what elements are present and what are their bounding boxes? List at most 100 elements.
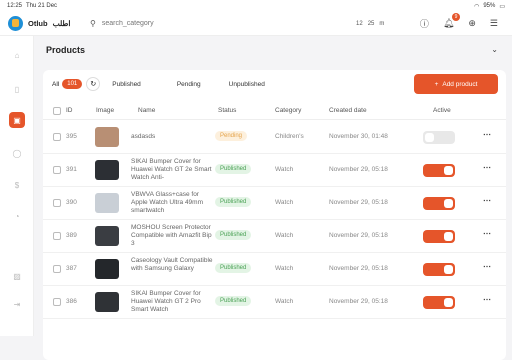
row-created-date: November 29, 05:18 <box>329 166 388 173</box>
row-category: Children's <box>275 133 304 140</box>
wifi-icon: ◠ <box>474 3 480 10</box>
row-created-date: November 29, 05:18 <box>329 199 388 206</box>
status-badge: Published <box>215 197 252 207</box>
more-options-icon[interactable]: ⋯ <box>483 196 491 205</box>
clock-display: 12 25 m <box>356 21 384 27</box>
row-id: 391 <box>66 166 77 173</box>
row-id: 387 <box>66 265 77 272</box>
dollar-icon[interactable]: $ <box>9 177 25 193</box>
row-id: 395 <box>66 133 77 140</box>
row-id: 389 <box>66 232 77 239</box>
status-badge: Published <box>215 296 252 306</box>
row-checkbox[interactable] <box>53 166 61 174</box>
row-category: Watch <box>275 166 294 173</box>
more-options-icon[interactable]: ⋯ <box>483 163 491 172</box>
product-name: MOSHOU Screen Protector Compatible with … <box>131 224 212 247</box>
row-checkbox[interactable] <box>53 199 61 207</box>
main-content: Products ⌄ All 101 ↻ Published Pending U… <box>34 36 512 360</box>
active-toggle[interactable] <box>423 230 455 243</box>
clock-period: m <box>379 20 385 27</box>
menu-icon[interactable]: ☰ <box>490 18 498 29</box>
table-row[interactable]: 387 Caseology Vault Compatible with Samsu… <box>43 253 506 286</box>
tab-all[interactable]: All 101 <box>43 70 83 98</box>
status-tabs: All 101 ↻ Published Pending Unpublished … <box>43 70 506 98</box>
add-product-label: Add product <box>442 80 478 88</box>
table-row[interactable]: 386 SIKAI Bumper Cover for Huawei Watch G… <box>43 286 506 319</box>
header-created-date: Created date <box>329 107 367 114</box>
status-badge: Published <box>215 164 252 174</box>
table-row[interactable]: 395 asdasds Pending Children's November 30, … <box>43 121 506 154</box>
product-name: SIKAI Bumper Cover for Huawei Watch GT 2… <box>131 290 201 313</box>
search-input[interactable] <box>101 20 302 27</box>
clock-minutes: 25 <box>367 20 375 27</box>
table-row[interactable]: 391 SIKAI Bumper Cover for Huawei Watch G… <box>43 154 506 187</box>
header-name: Name <box>138 107 156 114</box>
product-name: SIKAI Bumper Cover for Huawei Watch GT 2… <box>131 158 212 181</box>
logo-icon <box>8 16 23 31</box>
chat-icon[interactable]: ◯ <box>9 145 25 161</box>
products-card: All 101 ↻ Published Pending Unpublished … <box>43 70 506 360</box>
active-toggle[interactable] <box>423 164 455 177</box>
search-bar: ⚲ <box>90 19 340 28</box>
table-row[interactable]: 389 MOSHOU Screen Protector Compatible wi… <box>43 220 506 253</box>
logout-icon[interactable]: ⇥ <box>9 296 25 312</box>
row-category: Watch <box>275 199 294 206</box>
status-date: Thu 21 Dec <box>26 3 58 9</box>
shopping-bag-icon[interactable]: ▯ <box>9 81 25 97</box>
more-options-icon[interactable]: ⋯ <box>483 262 491 271</box>
header-id: ID <box>66 107 73 114</box>
header-image: Image <box>96 107 115 114</box>
product-name: VBWVA Glass+case for Apple Watch Ultra 4… <box>131 191 204 214</box>
product-thumbnail <box>95 193 119 213</box>
sidebar: ⌂ ▯ ▣ ◯ $ ◔ ▨ ⇥ <box>0 36 34 336</box>
chevron-down-icon[interactable]: ⌄ <box>491 45 498 54</box>
active-toggle[interactable] <box>423 131 455 144</box>
active-toggle[interactable] <box>423 296 455 309</box>
add-product-button[interactable]: + Add product <box>414 74 498 94</box>
refresh-icon[interactable]: ↻ <box>86 77 101 91</box>
products-box-icon[interactable]: ▣ <box>9 112 25 128</box>
notification-bell-icon[interactable]: 🔔︎ 9 <box>443 13 461 29</box>
product-thumbnail <box>95 292 119 312</box>
more-options-icon[interactable]: ⋯ <box>483 130 491 139</box>
language-globe-icon[interactable]: ⊕ <box>468 18 476 29</box>
row-checkbox[interactable] <box>53 133 61 141</box>
row-created-date: November 29, 05:18 <box>329 232 388 239</box>
battery-level: 95% <box>483 3 496 9</box>
row-category: Watch <box>275 298 294 305</box>
topbar-actions: ⓘ 🔔︎ 9 ⊕ ☰ <box>420 13 512 30</box>
plus-icon: + <box>434 80 439 88</box>
row-checkbox[interactable] <box>53 298 61 306</box>
row-checkbox[interactable] <box>53 232 61 240</box>
product-thumbnail <box>95 226 119 246</box>
clock-icon[interactable]: ◔ <box>9 208 25 224</box>
product-thumbnail <box>95 160 119 180</box>
status-badge: Pending <box>215 131 248 141</box>
home-icon[interactable]: ⌂ <box>9 47 25 63</box>
tab-published[interactable]: Published <box>112 81 141 88</box>
tab-all-label: All <box>52 80 60 88</box>
status-bar: 12:25 Thu 21 Dec ◠ 95% ▭ <box>0 0 512 12</box>
tab-all-count: 101 <box>62 79 83 89</box>
app-logo[interactable]: Otlub اطلب <box>0 16 90 31</box>
row-category: Watch <box>275 265 294 272</box>
active-toggle[interactable] <box>423 263 455 276</box>
tab-pending[interactable]: Pending <box>177 81 201 88</box>
image-icon[interactable]: ▨ <box>9 268 25 284</box>
table-row[interactable]: 390 VBWVA Glass+case for Apple Watch Ultr… <box>43 187 506 220</box>
active-toggle[interactable] <box>423 197 455 210</box>
product-thumbnail <box>95 127 119 147</box>
row-checkbox[interactable] <box>53 265 61 273</box>
select-all-checkbox[interactable] <box>53 107 61 115</box>
search-icon: ⚲ <box>90 19 96 28</box>
help-icon[interactable]: ⓘ <box>420 17 429 30</box>
more-options-icon[interactable]: ⋯ <box>483 295 491 304</box>
row-id: 386 <box>66 298 77 305</box>
status-badge: Published <box>215 263 252 273</box>
product-name: asdasds <box>131 133 156 140</box>
clock-hours: 12 <box>356 20 363 27</box>
more-options-icon[interactable]: ⋯ <box>483 229 491 238</box>
status-badge: Published <box>215 230 252 240</box>
tab-unpublished[interactable]: Unpublished <box>229 81 265 88</box>
header-active: Active <box>433 107 451 114</box>
